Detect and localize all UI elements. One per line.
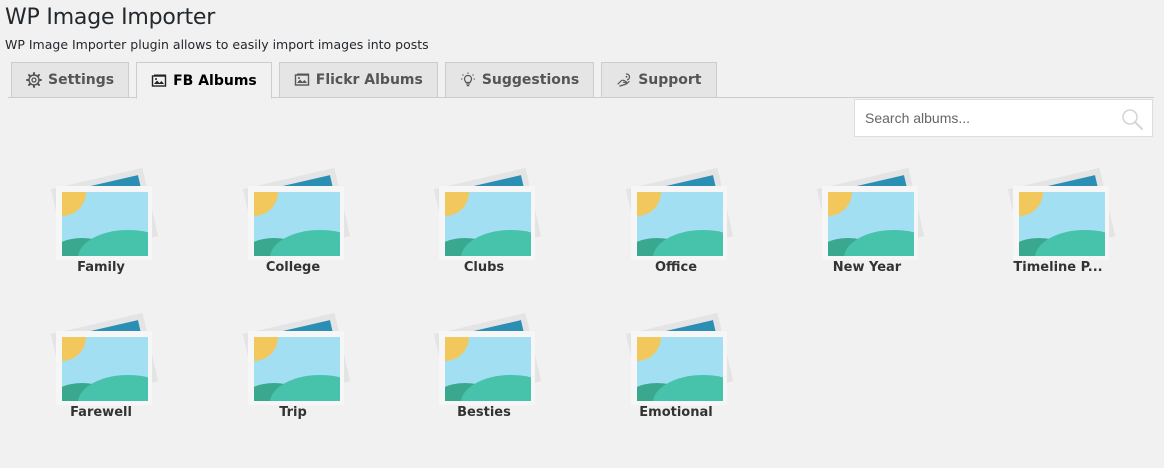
search-box: [854, 99, 1153, 137]
album-card[interactable]: Trip: [220, 297, 360, 427]
album-card[interactable]: Family: [28, 152, 168, 282]
album-card[interactable]: Farewell: [28, 297, 168, 427]
album-photo-icon: [242, 167, 351, 260]
image-icon: [294, 72, 310, 88]
search-input[interactable]: [855, 100, 1135, 136]
album-card[interactable]: New Year: [794, 152, 934, 282]
image-icon: [151, 73, 167, 89]
album-photo-icon: [625, 312, 734, 405]
tab-label: Support: [638, 72, 702, 88]
tab-label: Suggestions: [481, 72, 580, 88]
album-name: Office: [654, 260, 698, 275]
album-card[interactable]: Clubs: [411, 152, 551, 282]
page-title: WP Image Importer: [5, 5, 216, 30]
album-card[interactable]: College: [220, 152, 360, 282]
album-name: Besties: [457, 405, 511, 420]
album-card[interactable]: Besties: [411, 297, 551, 427]
tab-suggestions[interactable]: Suggestions: [444, 62, 595, 98]
album-card[interactable]: Office: [603, 152, 743, 282]
tab-label: Flickr Albums: [315, 72, 423, 88]
page: WP Image Importer WP Image Importer plug…: [0, 0, 1164, 468]
album-photo-icon: [50, 312, 159, 405]
album-photo-icon: [1007, 167, 1116, 260]
album-name: Family: [77, 260, 125, 275]
tab-fb-albums[interactable]: FB Albums: [136, 62, 272, 99]
album-photo-icon: [242, 312, 351, 405]
album-photo-icon: [50, 167, 159, 260]
album-photo-icon: [433, 312, 542, 405]
album-name: Timeline P...: [1013, 260, 1103, 275]
album-card[interactable]: Emotional: [603, 297, 743, 427]
tab-label: Settings: [48, 72, 115, 88]
gear-icon: [26, 72, 42, 88]
album-photo-icon: [625, 167, 734, 260]
album-card[interactable]: Timeline P...: [985, 152, 1125, 282]
search-icon[interactable]: [1120, 107, 1144, 131]
support-hand-icon: [616, 72, 632, 88]
tab-flickr-albums[interactable]: Flickr Albums: [278, 62, 438, 98]
lightbulb-icon: [460, 72, 476, 88]
album-name: Trip: [279, 405, 307, 420]
album-photo-icon: [433, 167, 542, 260]
album-name: Farewell: [70, 405, 132, 420]
tab-support[interactable]: Support: [601, 62, 717, 98]
tab-settings[interactable]: Settings: [11, 62, 130, 98]
album-name: Emotional: [639, 405, 713, 420]
album-name: New Year: [832, 260, 902, 275]
tab-label: FB Albums: [173, 72, 257, 89]
page-subtitle: WP Image Importer plugin allows to easil…: [5, 37, 429, 52]
tab-bar: Settings FB Albums Flickr Albums Suggest…: [11, 62, 724, 99]
album-photo-icon: [816, 167, 925, 260]
album-name: Clubs: [463, 260, 505, 275]
album-name: College: [265, 260, 321, 275]
